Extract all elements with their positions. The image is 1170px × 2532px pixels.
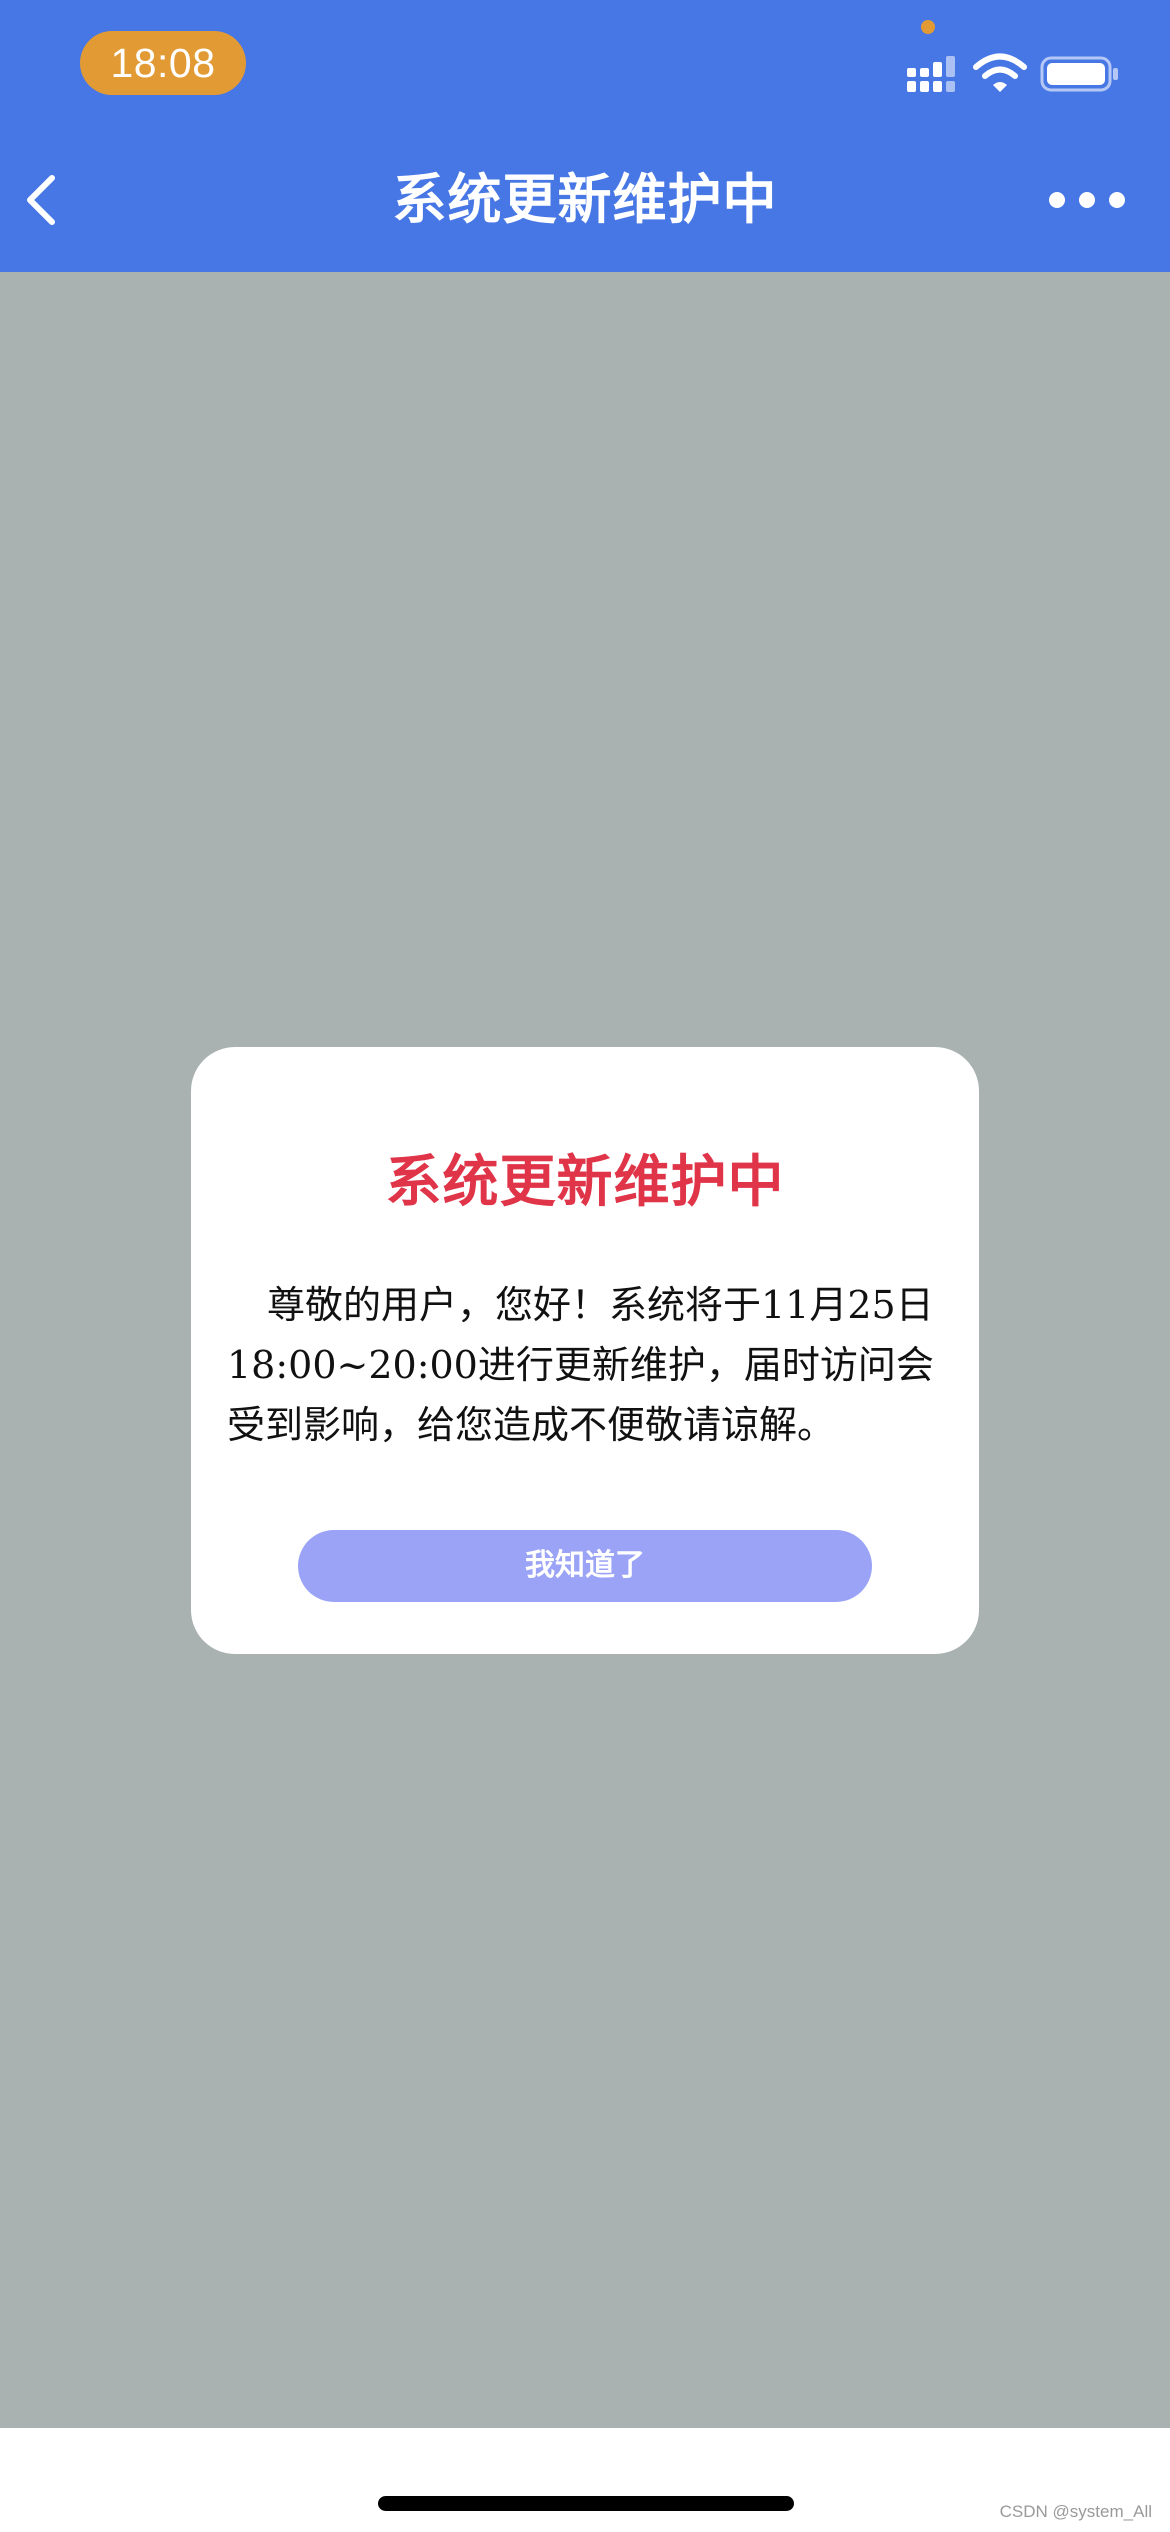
more-dots-icon <box>1049 192 1125 208</box>
bottom-safe-area: CSDN @system_All <box>0 2428 1170 2532</box>
status-time: 18:08 <box>80 31 246 95</box>
dialog-title: 系统更新维护中 <box>385 1150 785 1215</box>
watermark: CSDN @system_All <box>999 2502 1152 2521</box>
home-indicator[interactable] <box>378 2496 794 2511</box>
navigation-bar: 系统更新维护中 <box>0 120 1170 272</box>
status-bar: 18:08 <box>0 0 1170 120</box>
chevron-left-icon <box>27 175 55 225</box>
more-options-button[interactable] <box>1045 180 1129 220</box>
back-button[interactable] <box>14 170 74 230</box>
page-title: 系统更新维护中 <box>392 168 778 231</box>
wifi-icon <box>973 53 1027 92</box>
battery-icon <box>1040 56 1118 92</box>
acknowledge-button[interactable]: 我知道了 <box>298 1530 872 1602</box>
dialog-message: 尊敬的用户，您好！系统将于11月25日18:00~20:00进行更新维护，届时访… <box>227 1283 934 1447</box>
cellular-signal-icon <box>907 56 955 92</box>
maintenance-dialog: 系统更新维护中 尊敬的用户，您好！系统将于11月25日18:00~20:00进行… <box>191 1047 979 1654</box>
privacy-indicator-icon <box>921 20 935 34</box>
